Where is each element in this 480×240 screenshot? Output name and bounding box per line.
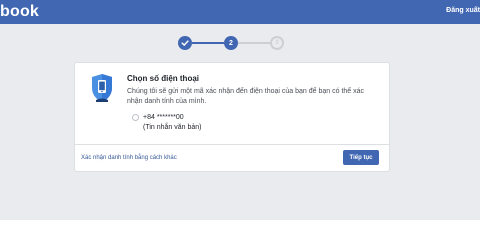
top-navbar: book Đăng xuất <box>0 0 480 24</box>
step-1-done <box>178 36 192 50</box>
logout-link[interactable]: Đăng xuất <box>446 6 480 16</box>
shield-phone-icon <box>92 74 112 102</box>
card-description: Chúng tôi sẽ gửi một mã xác nhận đến điệ… <box>127 88 365 105</box>
step-3-pending: 3 <box>270 36 284 50</box>
facebook-logo[interactable]: book <box>0 2 39 22</box>
phone-radio-button[interactable] <box>132 114 139 121</box>
step-3-number: 3 <box>275 40 279 46</box>
step-2-current: 2 <box>224 36 238 50</box>
progress-stepper: 2 3 <box>178 36 284 50</box>
continue-button[interactable]: Tiếp tục <box>343 150 379 165</box>
alternate-verification-link[interactable]: Xác nhận danh tính bằng cách khác <box>81 154 177 162</box>
footer-area <box>0 220 480 240</box>
card-divider <box>75 144 389 145</box>
phone-number-label[interactable]: +84 *******00 <box>143 113 184 122</box>
check-icon <box>181 40 189 46</box>
card-title: Chọn số điện thoại <box>127 74 199 83</box>
step-connector-completed <box>192 42 224 44</box>
phone-selection-card: Chọn số điện thoại Chúng tôi sẽ gửi một … <box>74 62 390 172</box>
step-2-number: 2 <box>229 39 233 47</box>
delivery-method-label: (Tin nhắn văn bản) <box>143 124 202 131</box>
step-connector-pending <box>238 42 270 44</box>
